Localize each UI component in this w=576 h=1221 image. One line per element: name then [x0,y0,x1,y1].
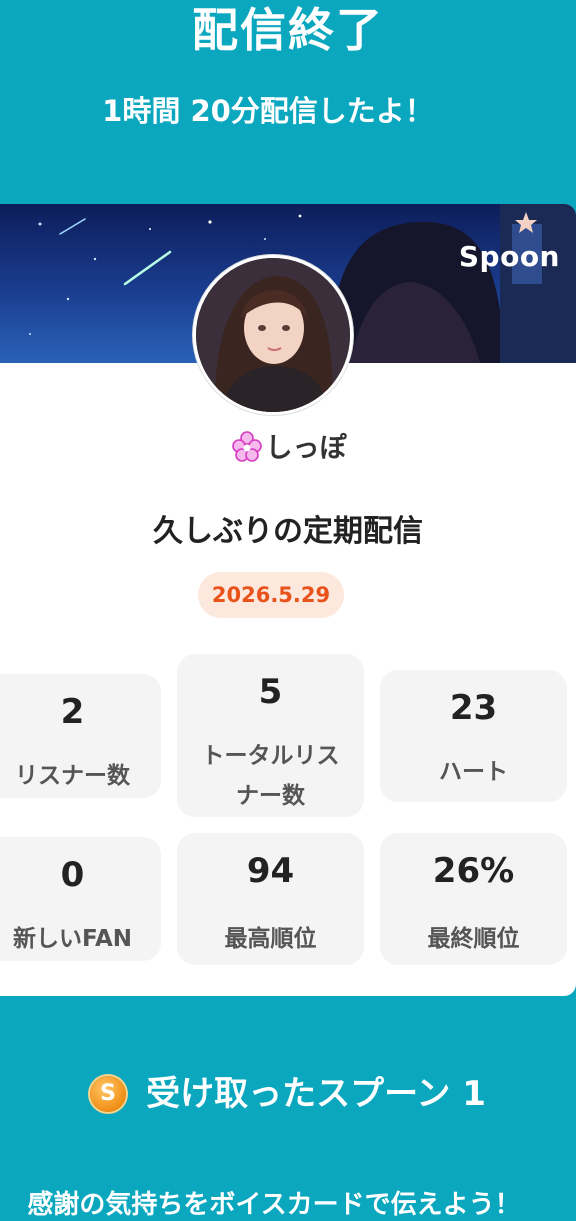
stat-highest-rank-value: 94 [246,851,295,891]
received-spoons-text: 受け取ったスプーン 1 [146,1074,486,1114]
stat-total-listeners-label-line1: トータルリス [201,743,340,769]
stat-new-fans: 0 新しいFAN [0,837,161,961]
stat-total-listeners-value: 5 [258,672,283,712]
spoon-coin-icon: S [90,1076,127,1112]
spoon-brand-logo: Spoon [458,240,560,273]
stat-final-rank-label: 最終順位 [427,926,520,952]
stat-listeners: 2 リスナー数 [0,674,161,798]
stat-new-fans-value: 0 [60,855,85,895]
stat-final-rank: 26% 最終順位 [380,833,567,965]
stat-hearts: 23 ハート [380,670,567,802]
stat-highest-rank: 94 最高順位 [177,833,364,965]
flower-icon [230,429,264,470]
stat-highest-rank-label: 最高順位 [224,926,317,952]
stat-total-listeners-label-line2: ナー数 [236,783,305,809]
live-date-badge: 2026.5.29 [198,572,344,618]
stat-final-rank-value: 26% [432,851,515,891]
avatar-illustration [196,258,350,412]
stat-total-listeners: 5 トータルリス ナー数 [177,654,364,817]
live-summary-card: Spoon しっぽ 久しぶりの定期配信 2026.5.29 2 リスナー数 5 … [0,204,576,996]
stat-hearts-value: 23 [449,688,498,728]
live-duration-text: 1時間 20分配信したよ！ [102,94,434,128]
dj-name-row: しっぽ [0,426,576,470]
stat-new-fans-label: 新しいFAN [12,926,133,952]
voice-card-prompt[interactable]: 感謝の気持ちをボイスカードで伝えよう！ [0,1184,562,1221]
stat-hearts-label: ハート [439,759,508,785]
stat-listeners-value: 2 [60,692,85,732]
page-title: 配信終了 [192,3,384,57]
dj-avatar[interactable] [193,255,353,415]
stat-listeners-label: リスナー数 [15,763,130,789]
live-title: 久しぶりの定期配信 [153,514,423,549]
received-spoons-row: S 受け取ったスプーン 1 [0,1066,576,1115]
dj-name: しっぽ [265,433,347,464]
